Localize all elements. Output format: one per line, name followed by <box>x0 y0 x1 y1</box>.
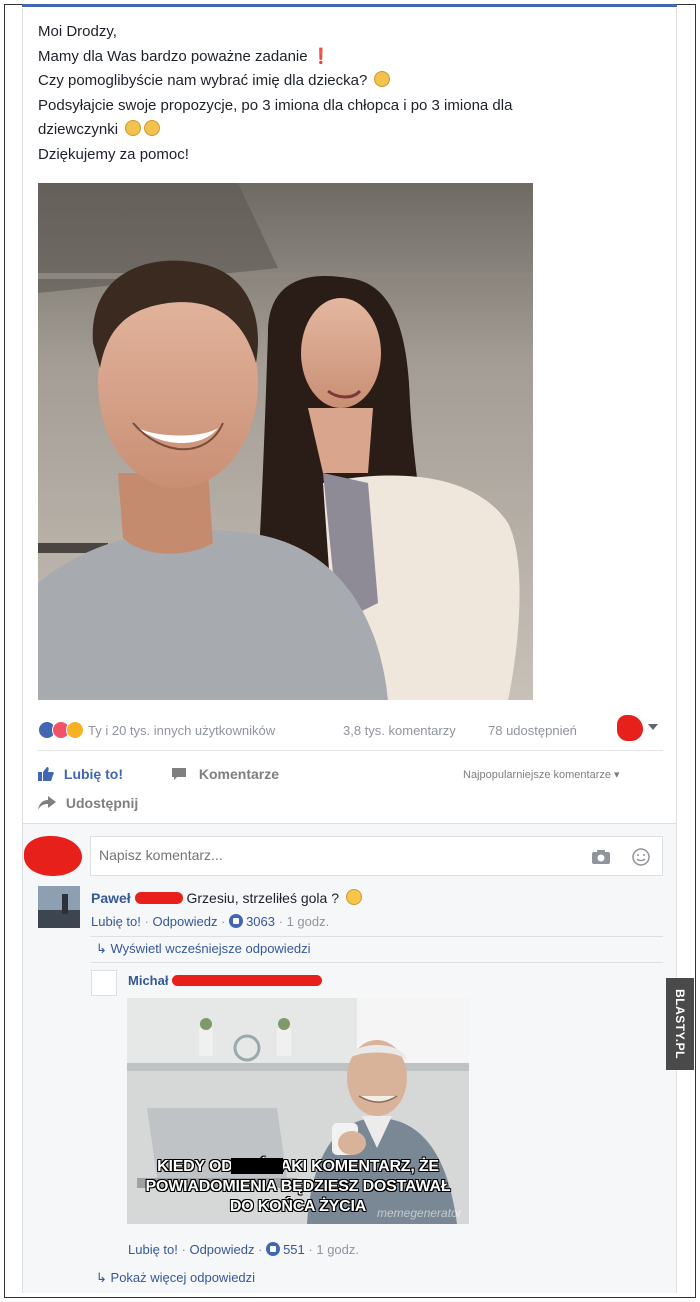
comment-time[interactable]: 1 godz. <box>287 914 330 929</box>
reply-like-link[interactable]: Lubię to! <box>128 1242 178 1257</box>
like-count-icon <box>266 1242 281 1256</box>
reply-arrow-icon: ↳ <box>96 1270 107 1285</box>
divider <box>91 936 663 937</box>
meme-caption-line: POWIADOMIENIA BĘDZIESZ DOSTAWAŁ <box>145 1178 451 1195</box>
comment-meta: Lubię to! · Odpowiedz · 3063 · 1 godz. <box>91 914 330 929</box>
comment-author[interactable]: Paweł <box>91 890 131 906</box>
post-photo[interactable] <box>38 183 533 700</box>
share-arrow-icon <box>38 796 56 810</box>
comment-like-count[interactable]: 3063 <box>246 914 275 929</box>
post-actions: Lubię to! Komentarze Udostępnij Najpopul… <box>38 762 668 822</box>
view-previous-replies[interactable]: ↳ Wyświetl wcześniejsze odpowiedzi <box>96 941 311 957</box>
post-text: Moi Drodzy, Mamy dla Was bardzo poważne … <box>38 20 638 167</box>
divider <box>38 750 663 751</box>
couple-selfie-image <box>38 183 533 700</box>
comment-input-box[interactable] <box>90 836 663 876</box>
comment-like-link[interactable]: Lubię to! <box>91 914 141 929</box>
avatar-image <box>38 886 80 928</box>
redacted-avatar <box>617 715 643 741</box>
comment-input[interactable] <box>99 847 569 863</box>
boy-emoji-icon <box>125 120 142 136</box>
redacted-avatar <box>24 836 82 876</box>
comment-button[interactable]: Komentarze <box>171 766 279 782</box>
like-button[interactable]: Lubię to! <box>38 766 123 782</box>
post-line: Dziękujemy za pomoc! <box>38 145 189 163</box>
post-line: Mamy dla Was bardzo poważne zadanie ❗ <box>38 47 331 65</box>
post-line: Czy pomoglibyście nam wybrać imię dla dz… <box>38 69 638 94</box>
reply-meta: Lubię to! · Odpowiedz · 551 · 1 godz. <box>128 1242 360 1257</box>
caret-down-icon: ▾ <box>614 769 620 781</box>
comment-icon <box>172 768 186 780</box>
chevron-down-icon[interactable] <box>648 724 658 730</box>
reply-avatar[interactable] <box>91 970 117 996</box>
comment-reply-link[interactable]: Odpowiedz <box>152 914 217 929</box>
reactions-row: Ty i 20 tys. innych użytkowników 3,8 tys… <box>38 720 668 742</box>
show-more-replies[interactable]: ↳ Pokaż więcej odpowiedzi <box>96 1270 255 1286</box>
laughing-emoji-icon <box>345 889 362 905</box>
emoji-icon[interactable] <box>632 848 650 866</box>
like-count-icon <box>229 914 244 928</box>
reply-meme-image[interactable]: KIEDY OD ŁEŚ TAKI KOMENTARZ, ŻE POWIADOM… <box>127 998 469 1224</box>
wow-reaction-icon <box>66 721 84 739</box>
comments-count[interactable]: 3,8 tys. komentarzy <box>343 723 456 738</box>
redacted-word <box>231 1158 283 1174</box>
reply-arrow-icon: ↳ <box>96 941 107 956</box>
card-top-bar <box>22 4 677 7</box>
reply-author[interactable]: Michał <box>128 973 168 988</box>
comment-text: Grzesiu, strzeliłeś gola ? <box>186 890 339 906</box>
comment-body: Paweł Grzesiu, strzeliłeś gola ? <box>91 889 362 906</box>
baby-emoji-icon <box>374 71 391 87</box>
redacted-name <box>134 892 183 904</box>
reply-like-count[interactable]: 551 <box>283 1242 305 1257</box>
reply-time[interactable]: 1 godz. <box>316 1242 359 1257</box>
meme-caption-line: KIEDY OD ŁEŚ TAKI KOMENTARZ, ŻE <box>157 1158 439 1175</box>
share-button[interactable]: Udostępnij <box>38 795 138 811</box>
post-line: dziewczynki <box>38 118 638 143</box>
reply-author-line: Michał <box>128 973 323 988</box>
shares-count[interactable]: 78 udostępnień <box>488 723 577 738</box>
site-watermark: BLASTY.PL <box>666 978 694 1070</box>
commenter-avatar[interactable] <box>38 886 80 928</box>
post-line: Moi Drodzy, <box>38 23 117 40</box>
sort-comments-dropdown[interactable]: Najpopularniejsze komentarze ▾ <box>463 768 620 781</box>
redacted-name <box>172 975 323 986</box>
post-line: Podsyłajcie swoje propozycje, po 3 imion… <box>38 96 513 114</box>
exclamation-emoji-icon: ❗ <box>311 47 331 65</box>
thumbs-up-icon <box>38 767 54 781</box>
meme-watermark: memegenerator <box>377 1206 462 1220</box>
reply-reply-link[interactable]: Odpowiedz <box>189 1242 254 1257</box>
camera-icon[interactable] <box>591 849 611 865</box>
reactions-summary[interactable]: Ty i 20 tys. innych użytkowników <box>88 723 275 738</box>
boy-emoji-icon <box>144 120 161 136</box>
divider <box>91 962 663 963</box>
